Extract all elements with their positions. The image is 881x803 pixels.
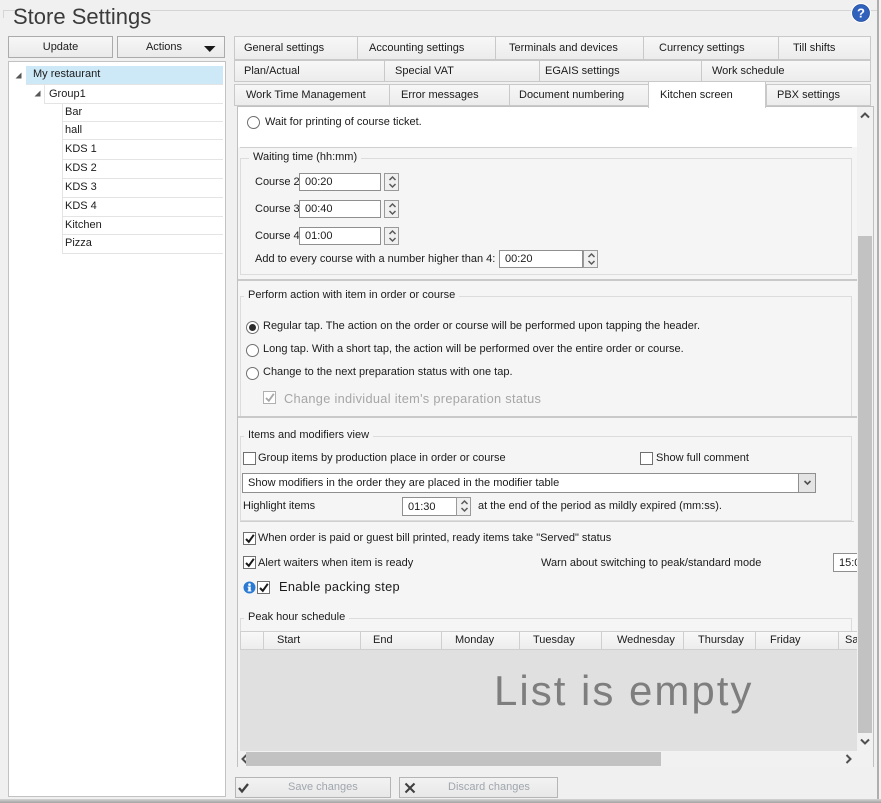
svg-text:?: ? <box>857 6 865 21</box>
